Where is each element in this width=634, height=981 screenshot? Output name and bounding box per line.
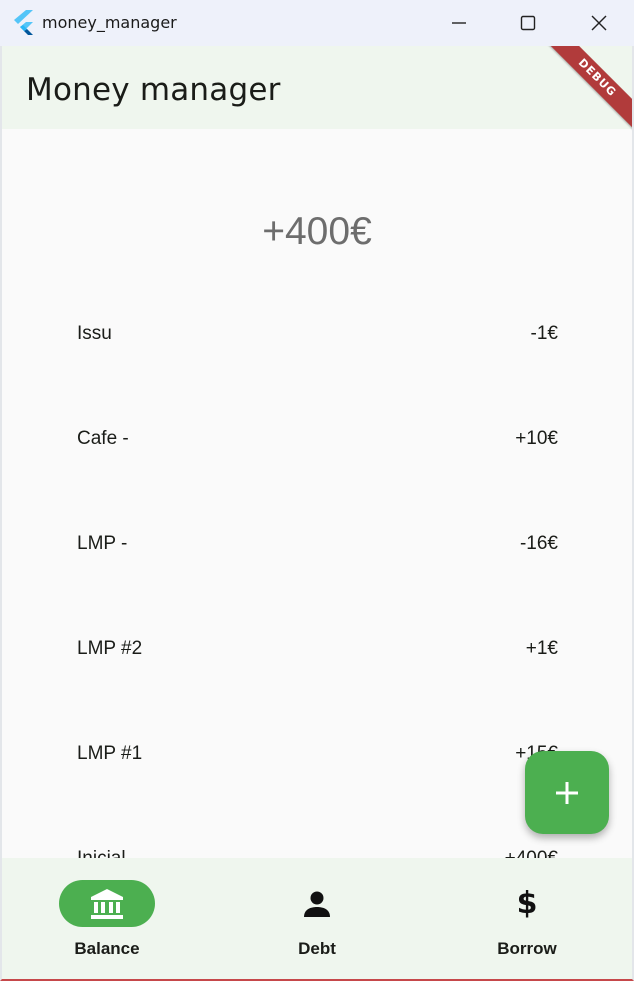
nav-item-debt[interactable]: Debt [212, 858, 422, 979]
nav-indicator [59, 880, 155, 927]
nav-label-debt: Debt [298, 939, 336, 958]
transaction-amount: +1€ [525, 637, 558, 659]
close-icon [591, 15, 607, 31]
transaction-label: LMP #2 [77, 637, 143, 659]
bank-icon [91, 888, 123, 919]
transaction-label: LMP - [77, 532, 128, 554]
list-item[interactable]: Issu -1€ [2, 324, 632, 386]
window-title: money_manager [42, 13, 177, 32]
nav-label-balance: Balance [74, 939, 140, 958]
transaction-label: LMP #1 [77, 742, 143, 764]
transaction-amount: +10€ [515, 427, 558, 449]
close-button[interactable] [564, 0, 634, 46]
list-item[interactable]: LMP - -16€ [2, 491, 632, 596]
nav-indicator: $ [479, 880, 575, 927]
debug-ribbon-label: DEBUG [546, 46, 632, 132]
minimize-icon [452, 22, 466, 24]
person-icon [304, 891, 330, 917]
list-item[interactable]: LMP #2 +1€ [2, 596, 632, 701]
list-item[interactable]: Cafe - +10€ [2, 386, 632, 491]
dollar-icon: $ [516, 885, 538, 921]
window-titlebar: money_manager [0, 0, 634, 46]
transaction-amount: -1€ [530, 324, 558, 344]
nav-indicator [269, 880, 365, 927]
debug-banner: DEBUG [546, 46, 632, 132]
nav-item-balance[interactable]: Balance [2, 858, 212, 979]
app-window: Money manager DEBUG +400€ Issu -1€ Cafe … [2, 46, 632, 979]
bottom-navigation: Balance Debt $ Borrow [2, 858, 632, 979]
maximize-button[interactable] [493, 0, 563, 46]
plus-icon [556, 781, 578, 804]
nav-item-borrow[interactable]: $ Borrow [422, 858, 632, 979]
page-title: Money manager [26, 72, 281, 108]
minimize-button[interactable] [424, 0, 494, 46]
maximize-icon [520, 15, 536, 31]
nav-label-borrow: Borrow [497, 939, 557, 958]
transaction-amount: -16€ [519, 532, 558, 554]
app-bar: Money manager [2, 46, 632, 129]
flutter-logo-icon [14, 10, 36, 36]
transaction-label: Cafe - [77, 427, 129, 449]
balance-total: +400€ [262, 210, 372, 253]
transaction-label: Issu [77, 324, 112, 344]
add-transaction-button[interactable] [525, 751, 609, 834]
